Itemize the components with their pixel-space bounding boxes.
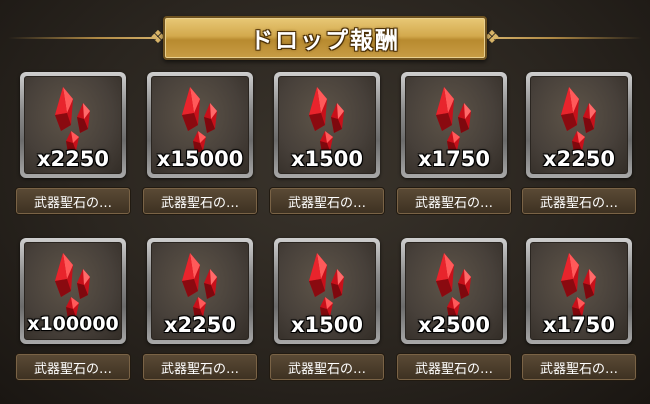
reward-quantity: x1750	[418, 147, 490, 171]
header-divider-left	[8, 37, 158, 39]
reward-name: 武器聖石の…	[160, 361, 239, 377]
reward-item[interactable]: x15000 武器聖石の…	[143, 72, 257, 224]
reward-quantity: x1500	[291, 313, 363, 337]
reward-quantity: x1750	[543, 313, 615, 337]
reward-quantity: x1500	[291, 147, 363, 171]
reward-quantity: x2250	[543, 147, 615, 171]
reward-name-plate: 武器聖石の…	[270, 354, 384, 380]
header-divider-right	[492, 37, 642, 39]
reward-name-plate: 武器聖石の…	[522, 354, 636, 380]
reward-item[interactable]: x2500 武器聖石の…	[397, 238, 511, 390]
reward-item[interactable]: x2250 武器聖石の…	[143, 238, 257, 390]
drop-reward-header: ❖ ❖ ドロップ報酬	[0, 14, 650, 62]
reward-icon-frame[interactable]: x2500	[401, 238, 507, 344]
red-crystal-icon	[309, 87, 344, 153]
reward-icon-frame[interactable]: x1750	[401, 72, 507, 178]
reward-item[interactable]: x1750 武器聖石の…	[397, 72, 511, 224]
reward-name: 武器聖石の…	[287, 195, 366, 211]
reward-name: 武器聖石の…	[160, 195, 239, 211]
reward-name-plate: 武器聖石の…	[397, 354, 511, 380]
reward-icon-frame[interactable]: x1500	[274, 238, 380, 344]
reward-name: 武器聖石の…	[287, 361, 366, 377]
reward-name-plate: 武器聖石の…	[143, 354, 257, 380]
red-crystal-icon	[309, 253, 344, 319]
reward-icon-frame[interactable]: x2250	[147, 238, 253, 344]
reward-item[interactable]: x100000 武器聖石の…	[16, 238, 130, 390]
reward-name-plate: 武器聖石の…	[270, 188, 384, 214]
reward-name: 武器聖石の…	[33, 195, 112, 211]
reward-name: 武器聖石の…	[539, 195, 618, 211]
red-crystal-icon	[561, 87, 596, 153]
red-crystal-icon	[55, 253, 90, 319]
red-crystal-icon	[55, 87, 90, 153]
reward-name-plate: 武器聖石の…	[16, 188, 130, 214]
reward-name: 武器聖石の…	[414, 361, 493, 377]
reward-quantity: x2500	[418, 313, 490, 337]
reward-name-plate: 武器聖石の…	[397, 188, 511, 214]
reward-item[interactable]: x2250 武器聖石の…	[16, 72, 130, 224]
reward-quantity: x2250	[164, 313, 236, 337]
reward-icon-frame[interactable]: x2250	[526, 72, 632, 178]
reward-icon-frame[interactable]: x15000	[147, 72, 253, 178]
header-plate: ドロップ報酬	[163, 16, 487, 60]
red-crystal-icon	[182, 87, 217, 153]
reward-quantity: x2250	[37, 147, 109, 171]
reward-icon-frame[interactable]: x2250	[20, 72, 126, 178]
reward-quantity: x100000	[27, 313, 119, 335]
reward-name-plate: 武器聖石の…	[143, 188, 257, 214]
red-crystal-icon	[436, 87, 471, 153]
red-crystal-icon	[436, 253, 471, 319]
reward-icon-frame[interactable]: x1500	[274, 72, 380, 178]
reward-quantity: x15000	[156, 147, 244, 171]
reward-icon-frame[interactable]: x100000	[20, 238, 126, 344]
reward-item[interactable]: x1500 武器聖石の…	[270, 238, 384, 390]
page-title: ドロップ報酬	[250, 28, 400, 54]
reward-name: 武器聖石の…	[33, 361, 112, 377]
reward-item[interactable]: x1750 武器聖石の…	[522, 238, 636, 390]
reward-item[interactable]: x2250 武器聖石の…	[522, 72, 636, 224]
reward-icon-frame[interactable]: x1750	[526, 238, 632, 344]
reward-name: 武器聖石の…	[539, 361, 618, 377]
reward-name-plate: 武器聖石の…	[522, 188, 636, 214]
reward-name-plate: 武器聖石の…	[16, 354, 130, 380]
reward-item[interactable]: x1500 武器聖石の…	[270, 72, 384, 224]
red-crystal-icon	[182, 253, 217, 319]
reward-name: 武器聖石の…	[414, 195, 493, 211]
red-crystal-icon	[561, 253, 596, 319]
